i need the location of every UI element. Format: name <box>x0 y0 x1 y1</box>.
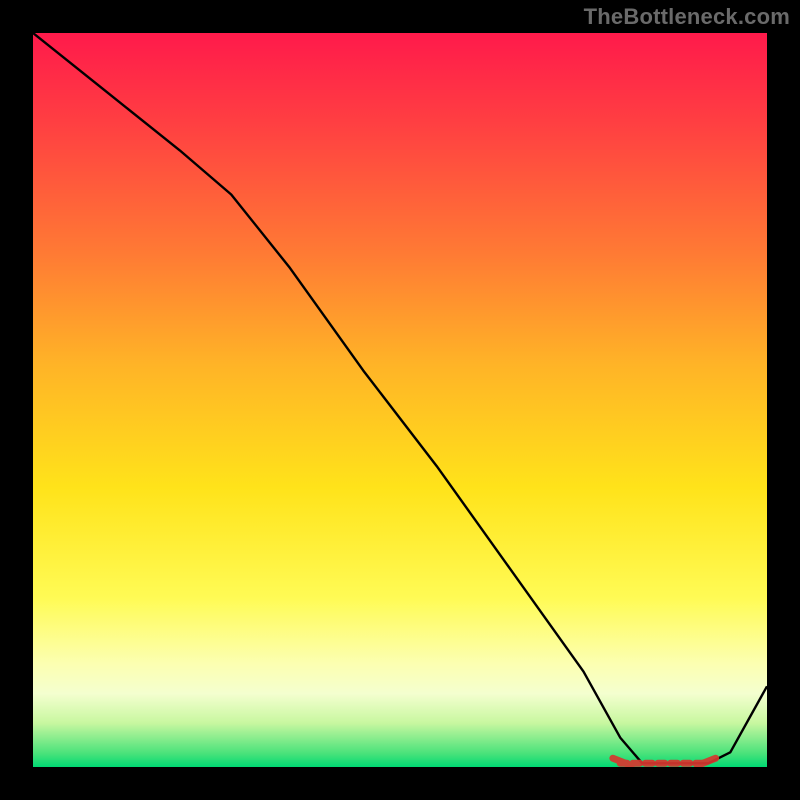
attribution-text: TheBottleneck.com <box>584 4 790 30</box>
chart-svg <box>33 33 767 767</box>
optimum-marker <box>613 758 716 765</box>
bottleneck-curve <box>33 33 767 763</box>
plot-area <box>33 33 767 767</box>
chart-container: TheBottleneck.com <box>0 0 800 800</box>
